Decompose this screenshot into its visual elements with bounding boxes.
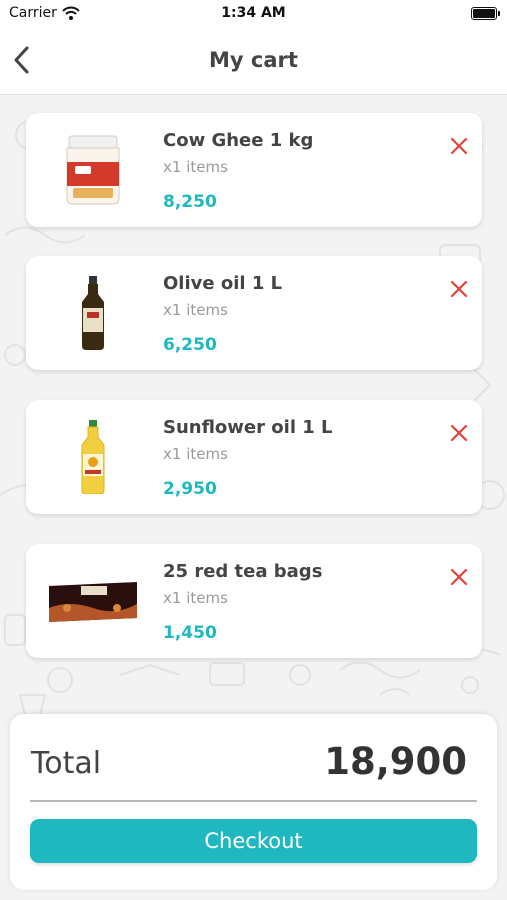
total-label: Total xyxy=(31,746,102,781)
battery-icon xyxy=(471,7,500,20)
item-price: 6,250 xyxy=(163,335,217,355)
item-name: Cow Ghee 1 kg xyxy=(163,130,314,151)
close-icon xyxy=(450,568,468,586)
total-value: 18,900 xyxy=(324,740,467,783)
item-name: Olive oil 1 L xyxy=(163,273,283,294)
item-quantity: x1 items xyxy=(163,158,228,176)
page-title: My cart xyxy=(209,48,298,72)
item-quantity: x1 items xyxy=(163,445,228,463)
cart-item[interactable]: Cow Ghee 1 kg x1 items 8,250 xyxy=(26,113,482,227)
nav-bar: My cart xyxy=(0,28,507,95)
tea-box-image xyxy=(38,556,148,646)
item-price: 1,450 xyxy=(163,623,217,643)
remove-item-button[interactable] xyxy=(448,422,470,444)
item-quantity: x1 items xyxy=(163,301,228,319)
order-summary: Total 18,900 Checkout xyxy=(10,714,497,890)
checkout-button[interactable]: Checkout xyxy=(30,819,477,863)
close-icon xyxy=(450,280,468,298)
remove-item-button[interactable] xyxy=(448,278,470,300)
divider xyxy=(30,800,477,802)
item-name: Sunflower oil 1 L xyxy=(163,417,333,438)
cart-item[interactable]: Olive oil 1 L x1 items 6,250 xyxy=(26,256,482,370)
status-bar: Carrier 1:34 AM xyxy=(0,0,507,28)
close-icon xyxy=(450,424,468,442)
item-name: 25 red tea bags xyxy=(163,561,323,582)
cart-item[interactable]: 25 red tea bags x1 items 1,450 xyxy=(26,544,482,658)
ghee-jar-image xyxy=(38,125,148,215)
item-price: 8,250 xyxy=(163,192,217,212)
olive-oil-bottle-image xyxy=(38,268,148,358)
remove-item-button[interactable] xyxy=(448,135,470,157)
sunflower-oil-bottle-image xyxy=(38,412,148,502)
cart-item[interactable]: Sunflower oil 1 L x1 items 2,950 xyxy=(26,400,482,514)
item-price: 2,950 xyxy=(163,479,217,499)
close-icon xyxy=(450,137,468,155)
item-quantity: x1 items xyxy=(163,589,228,607)
remove-item-button[interactable] xyxy=(448,566,470,588)
status-time: 1:34 AM xyxy=(221,5,286,21)
